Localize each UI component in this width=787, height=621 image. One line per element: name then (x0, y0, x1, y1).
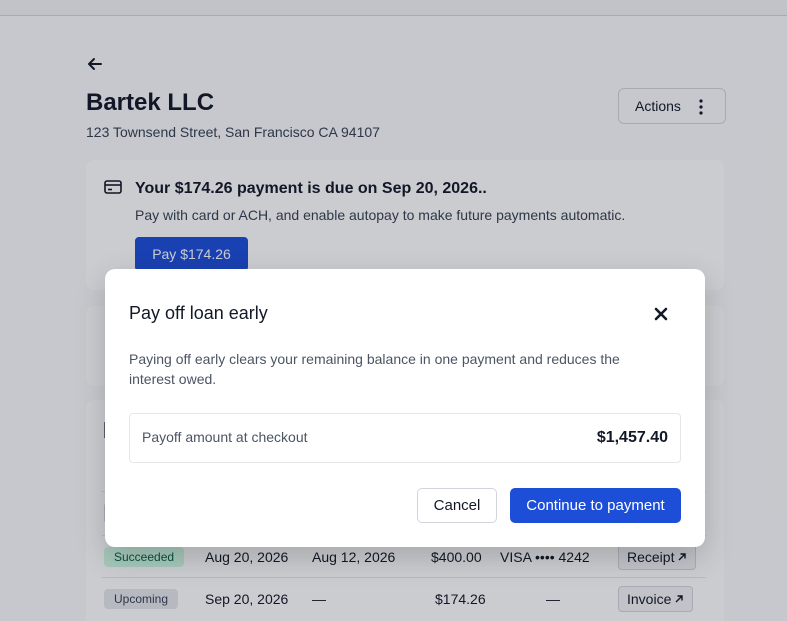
payoff-amount: $1,457.40 (596, 429, 668, 446)
modal-title: Pay off loan early (129, 303, 268, 323)
modal-description: Paying off early clears your remaining b… (129, 351, 620, 387)
payoff-modal: Pay off loan early Paying off early clea… (105, 269, 705, 547)
payoff-amount-box: Payoff amount at checkout $1,457.40 (129, 413, 681, 463)
cancel-button[interactable]: Cancel (417, 488, 497, 523)
continue-to-payment-button[interactable]: Continue to payment (510, 488, 681, 523)
payoff-label: Payoff amount at checkout (142, 429, 308, 445)
close-icon[interactable] (652, 305, 670, 323)
